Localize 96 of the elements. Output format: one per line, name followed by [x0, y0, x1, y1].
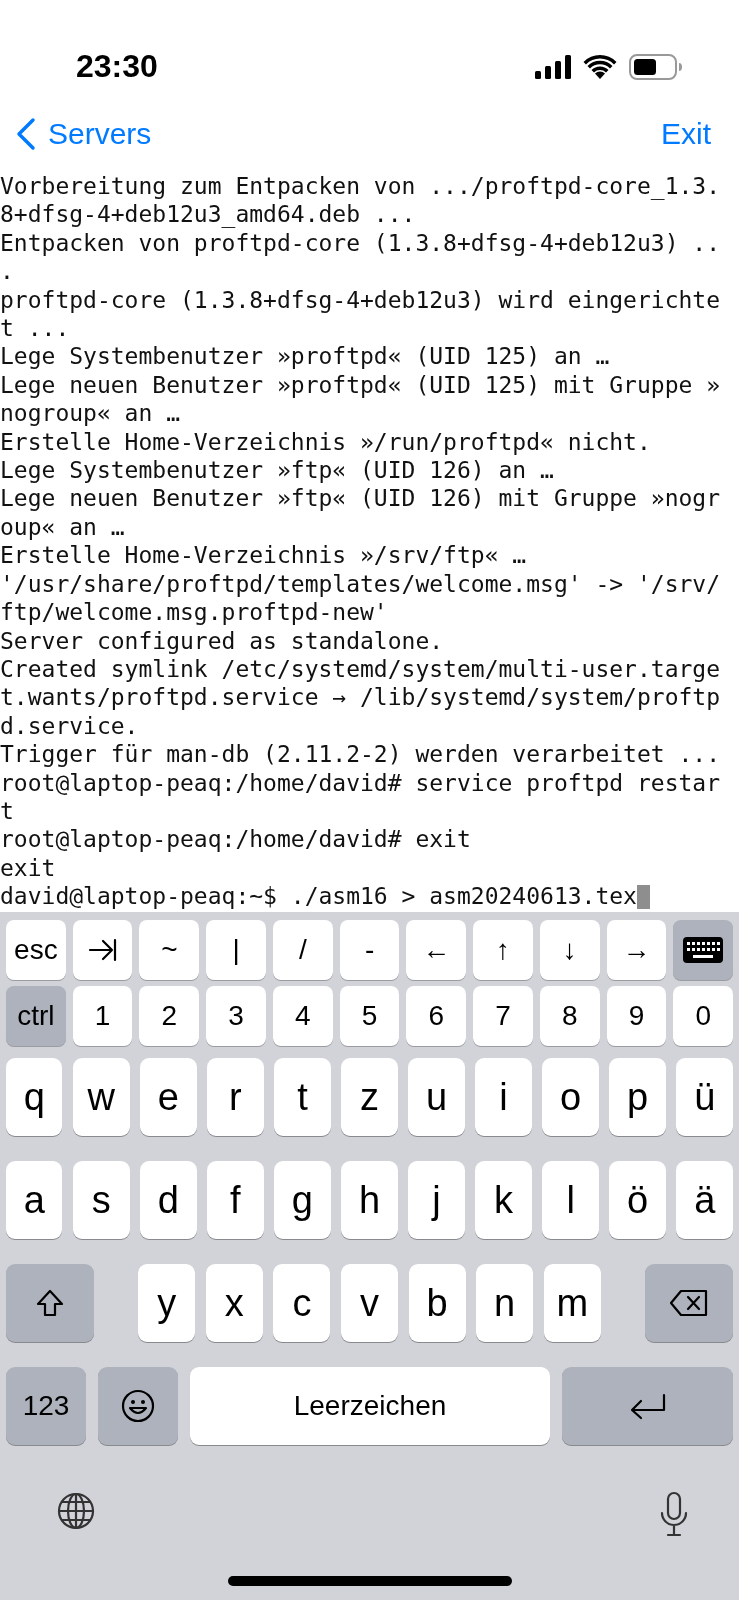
key[interactable]: 1 — [72, 986, 133, 1046]
shift-key[interactable] — [6, 1264, 94, 1342]
numbers-key[interactable]: 123 — [6, 1367, 86, 1445]
terminal-line: Erstelle Home-Verzeichnis »/srv/ftp« … — [0, 541, 527, 570]
key[interactable]: 8 — [539, 986, 600, 1046]
back-button[interactable]: Servers — [16, 117, 152, 151]
signal-icon — [535, 55, 571, 79]
key[interactable]: 7 — [473, 986, 533, 1046]
key[interactable]: ~ — [139, 920, 200, 980]
terminal-line: t.wants/proftpd.service → /lib/systemd/system/proftp — [0, 683, 721, 712]
microphone-icon[interactable] — [659, 1491, 689, 1537]
letter-key[interactable]: l — [542, 1161, 599, 1239]
terminal-line: . — [0, 257, 14, 286]
terminal-line: exit — [0, 853, 56, 883]
terminal-line: ftp/welcome.msg.proftpd-new' — [0, 598, 388, 627]
letter-key[interactable]: z — [341, 1058, 398, 1136]
letter-key[interactable]: e — [140, 1058, 197, 1136]
letter-key[interactable]: q — [6, 1058, 63, 1136]
key[interactable]: 9 — [606, 986, 667, 1046]
letter-key[interactable]: d — [140, 1161, 197, 1239]
letter-key[interactable]: ü — [676, 1058, 733, 1136]
key[interactable]: 6 — [406, 986, 467, 1046]
space-key[interactable]: Leerzeichen — [190, 1367, 550, 1445]
key[interactable]: ↓ — [539, 920, 600, 980]
letter-key[interactable]: c — [273, 1264, 331, 1342]
key[interactable]: ↑ — [473, 920, 533, 980]
key[interactable]: ← — [406, 920, 467, 980]
letter-key[interactable]: t — [274, 1058, 331, 1136]
terminal-line: nogroup« an … — [0, 399, 180, 428]
key[interactable]: → — [606, 920, 667, 980]
backspace-icon — [669, 1289, 709, 1317]
letter-key[interactable]: w — [73, 1058, 130, 1136]
terminal-line: Trigger für man-db (2.11.2-2) werden verarbeitet ... — [0, 740, 721, 769]
terminal-line: '/usr/share/proftpd/templates/welcome.msg' -> '/srv/ — [0, 569, 721, 599]
hide-keyboard-key[interactable] — [673, 920, 734, 980]
letter-key[interactable]: b — [408, 1264, 466, 1342]
key[interactable]: 5 — [339, 986, 400, 1046]
backspace-key[interactable] — [645, 1264, 733, 1342]
terminal-line: t ... — [0, 314, 70, 343]
terminal-line: oup« an … — [0, 512, 125, 542]
terminal-line: root@laptop-peaq:/home/david# exit — [0, 825, 471, 854]
key[interactable]: - — [339, 920, 400, 980]
key[interactable]: esc — [6, 920, 66, 980]
terminal-line: Created symlink /etc/systemd/system/multi-user.targe — [0, 654, 721, 684]
key[interactable]: 0 — [673, 986, 734, 1046]
emoji-key[interactable] — [98, 1367, 178, 1445]
letter-key[interactable]: s — [73, 1161, 130, 1239]
letter-key[interactable]: p — [609, 1058, 666, 1136]
terminal-line: Lege neuen Benutzer »proftpd« (UID 125) mit Gruppe » — [0, 370, 721, 400]
terminal-line: proftpd-core (1.3.8+dfsg-4+deb12u3) wird eingerichte — [0, 285, 721, 315]
letter-key[interactable]: v — [341, 1264, 398, 1342]
letter-key[interactable]: ä — [676, 1161, 733, 1239]
letter-key[interactable]: j — [408, 1161, 465, 1239]
ctrl-key[interactable]: ctrl — [6, 986, 66, 1046]
tab-key-icon — [87, 938, 118, 962]
status-time: 23:30 — [76, 47, 158, 86]
key[interactable]: 3 — [206, 986, 266, 1046]
globe-icon[interactable] — [56, 1491, 96, 1531]
letter-key[interactable]: r — [207, 1058, 264, 1136]
terminal-line: t — [0, 796, 14, 826]
shift-icon — [35, 1288, 65, 1318]
letter-key[interactable]: y — [138, 1264, 196, 1342]
letter-key[interactable]: i — [475, 1058, 532, 1136]
letter-key[interactable]: u — [408, 1058, 465, 1136]
letter-key[interactable]: f — [207, 1161, 264, 1239]
letter-key[interactable]: a — [6, 1161, 63, 1239]
letter-key[interactable]: k — [475, 1161, 532, 1239]
terminal-line: Lege neuen Benutzer »ftp« (UID 126) mit Gruppe »nogr — [0, 484, 721, 513]
letter-key[interactable]: g — [274, 1161, 331, 1239]
terminal-line: Erstelle Home-Verzeichnis »/run/proftpd« nicht. — [0, 427, 651, 457]
letter-key[interactable]: o — [542, 1058, 599, 1136]
terminal-line: root@laptop-peaq:/home/david# service proftpd restar — [0, 768, 721, 797]
terminal-line: d.service. — [0, 711, 139, 741]
letter-key[interactable]: x — [205, 1264, 263, 1342]
letter-key[interactable]: h — [341, 1161, 398, 1239]
battery-icon — [629, 54, 683, 80]
chevron-left-icon — [16, 117, 36, 151]
exit-button[interactable]: Exit — [661, 117, 711, 151]
letter-key[interactable]: n — [476, 1264, 534, 1342]
key[interactable]: 2 — [139, 986, 200, 1046]
terminal-line: david@laptop-peaq:~$ ./asm16 > asm20240613.tex — [0, 883, 637, 910]
key[interactable]: | — [206, 920, 266, 980]
keyboard-icon — [683, 937, 724, 963]
wifi-icon — [583, 55, 617, 79]
letter-key[interactable]: m — [543, 1264, 601, 1342]
emoji-icon — [120, 1388, 156, 1424]
terminal-line: 8+dfsg-4+deb12u3_amd64.deb ... — [0, 200, 416, 229]
tab-key[interactable] — [72, 920, 133, 980]
terminal-line: Vorbereitung zum Entpacken von .../proftpd-core_1.3. — [0, 172, 721, 201]
letter-key[interactable]: ö — [609, 1161, 666, 1239]
terminal-line: Entpacken von proftpd-core (1.3.8+dfsg-4+deb12u3) .. — [0, 228, 721, 258]
key[interactable]: / — [272, 920, 333, 980]
terminal-line: Lege Systembenutzer »proftpd« (UID 125) an … — [0, 342, 610, 371]
terminal-line: Lege Systembenutzer »ftp« (UID 126) an … — [0, 456, 554, 485]
key[interactable]: 4 — [272, 986, 333, 1046]
terminal-line: Server configured as standalone. — [0, 626, 444, 655]
